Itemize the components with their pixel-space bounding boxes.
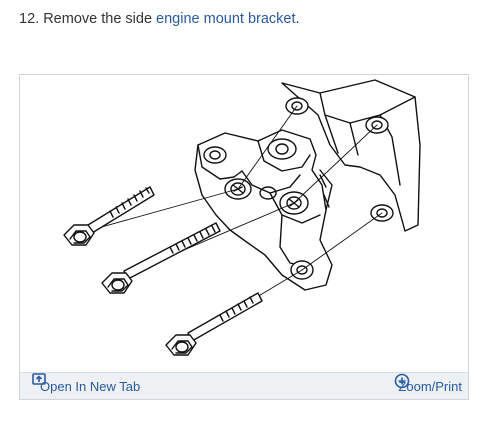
step-instruction: 12. Remove the side engine mount bracket… [19,11,300,27]
engine-mount-bracket-diagram [63,79,421,356]
engine-mount-bracket-link[interactable]: engine mount bracket [156,11,295,27]
step-number: 12. [19,11,40,27]
bolt-lower [165,292,263,356]
open-in-new-tab-label: Open In New Tab [40,378,141,394]
zoom-print-button[interactable]: Zoom/Print [394,373,462,399]
step-text-prefix: Remove the side [43,11,153,27]
step-text-suffix: . [295,11,300,27]
figure-toolbar: Open In New Tab Zoom/Print [20,372,468,399]
diagram-figure: Open In New Tab Zoom/Print [19,74,469,400]
bolt-middle [101,222,221,294]
mount-bracket-drawing [194,129,333,291]
open-in-new-tab-button[interactable]: Open In New Tab [32,373,140,399]
